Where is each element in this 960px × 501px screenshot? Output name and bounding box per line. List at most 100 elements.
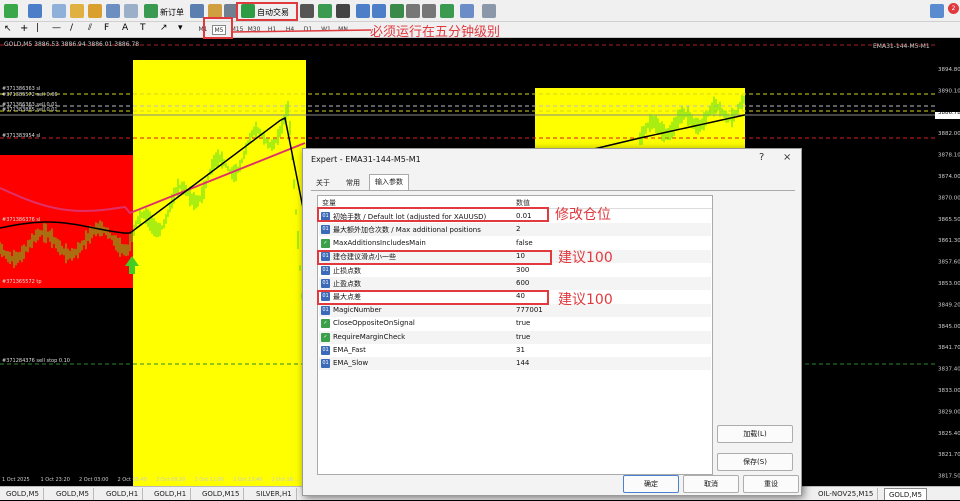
- price-tick-label: 3853.00: [938, 281, 960, 287]
- tab-common[interactable]: 常用: [341, 176, 365, 190]
- arrow-tool-icon[interactable]: ↗: [160, 23, 168, 33]
- param-value[interactable]: 31: [516, 346, 525, 354]
- param-row[interactable]: ✓ MaxAdditionsIncludesMain false: [319, 237, 711, 250]
- param-value[interactable]: false: [516, 239, 533, 247]
- price-tick-label: 3849.20: [938, 302, 960, 308]
- price-tick-label: 3865.50: [938, 217, 960, 223]
- time-tick-label: 2 Oct 13:40: [233, 477, 262, 483]
- time-tick-label: 1 Oct 2025: [2, 477, 30, 483]
- yellow-zone-1: [133, 60, 306, 486]
- param-value[interactable]: 777001: [516, 306, 543, 314]
- lot-annotation: 修改仓位: [555, 207, 611, 223]
- help-button[interactable]: ?: [759, 152, 764, 163]
- dialog-title: Expert - EMA31-144-M5-M1: [311, 155, 421, 164]
- chart-tab-active[interactable]: GOLD,M5: [884, 488, 927, 500]
- profiles-icon[interactable]: [28, 4, 42, 18]
- price-tick-label: 3882.00: [938, 131, 960, 137]
- zoom-in-icon[interactable]: [356, 4, 370, 18]
- param-value[interactable]: 144: [516, 359, 529, 367]
- tab-about[interactable]: 关于: [311, 176, 335, 190]
- param-value[interactable]: true: [516, 319, 530, 327]
- time-tick-label: 2 Oct 11:00: [195, 477, 224, 483]
- crosshair-icon[interactable]: +: [20, 23, 28, 34]
- chart-tab[interactable]: GOLD,H1: [102, 488, 144, 500]
- number-param-icon: 01: [321, 225, 330, 235]
- cursor-icon[interactable]: ↖: [4, 24, 12, 34]
- more-tools-icon[interactable]: ▾: [178, 23, 183, 33]
- horizontal-line-icon[interactable]: —: [52, 23, 61, 33]
- param-row[interactable]: 01 MagicNumber 777001: [319, 303, 711, 317]
- vertical-line-icon[interactable]: |: [36, 23, 39, 33]
- param-row[interactable]: 01 止盈点数 600: [319, 277, 711, 290]
- chart-tab[interactable]: SILVER,H1: [252, 488, 297, 500]
- chart-tab[interactable]: GOLD,M5: [2, 488, 44, 500]
- notifications-badge[interactable]: 2: [948, 3, 959, 14]
- number-param-icon: 01: [321, 265, 330, 275]
- bar-chart-icon[interactable]: [300, 4, 314, 18]
- new-order-icon[interactable]: [144, 4, 158, 18]
- bool-param-icon: ✓: [321, 238, 330, 248]
- indicators-icon[interactable]: [440, 4, 454, 18]
- main-toolbar: 新订单 自动交易 2: [0, 0, 960, 22]
- chart-tab[interactable]: GOLD,M5: [52, 488, 94, 500]
- price-tick-label: 3886.78: [938, 110, 960, 116]
- tile-windows-icon[interactable]: [390, 4, 404, 18]
- param-name: EMA_Slow: [333, 359, 369, 368]
- candlestick-icon[interactable]: [318, 4, 332, 18]
- trendline-icon[interactable]: /: [70, 23, 73, 33]
- navigator-icon[interactable]: [88, 4, 102, 18]
- fibonacci-icon[interactable]: F: [104, 23, 109, 33]
- ok-button[interactable]: 确定: [623, 475, 679, 493]
- tab-inputs[interactable]: 输入参数: [369, 174, 409, 190]
- param-value[interactable]: true: [516, 333, 530, 341]
- param-row[interactable]: ✓ CloseOppositeOnSignal true: [319, 317, 711, 330]
- param-row[interactable]: ✓ RequireMarginCheck true: [319, 330, 711, 344]
- chart-shift-icon[interactable]: [422, 4, 436, 18]
- new-chart-icon[interactable]: [4, 4, 18, 18]
- signals-icon[interactable]: [208, 4, 222, 18]
- chart-tab[interactable]: OIL-NOV25,M15: [814, 488, 879, 500]
- autoscroll-icon[interactable]: [406, 4, 420, 18]
- number-param-icon: 01: [321, 346, 330, 355]
- bool-param-icon: ✓: [321, 332, 330, 342]
- cancel-button[interactable]: 取消: [683, 475, 739, 493]
- time-tick-label: 2 Oct 05:40: [118, 477, 147, 483]
- metaeditor-icon[interactable]: [190, 4, 204, 18]
- price-tick-label: 3874.00: [938, 174, 960, 180]
- param-row[interactable]: 01 EMA_Fast 31: [319, 344, 711, 357]
- terminal-icon[interactable]: [106, 4, 120, 18]
- chart-tab[interactable]: GOLD,H1: [150, 488, 192, 500]
- label-tool-icon[interactable]: T: [140, 23, 146, 33]
- param-row[interactable]: 01 止损点数 300: [319, 264, 711, 277]
- number-param-icon: 01: [321, 279, 330, 288]
- param-row[interactable]: 01 最大额外加仓次数 / Max additional positions 2: [319, 223, 711, 237]
- param-name: 止盈点数: [333, 280, 361, 288]
- zoom-out-icon[interactable]: [372, 4, 386, 18]
- data-window-icon[interactable]: [70, 4, 84, 18]
- param-name: MaxAdditionsIncludesMain: [333, 238, 426, 247]
- param-row[interactable]: 01 EMA_Slow 144: [319, 357, 711, 371]
- tester-icon[interactable]: [124, 4, 138, 18]
- new-order-button[interactable]: 新订单: [160, 7, 184, 18]
- text-tool-icon[interactable]: A: [122, 23, 128, 33]
- channel-icon[interactable]: ⫽: [88, 23, 92, 33]
- number-param-icon: 01: [321, 359, 330, 369]
- line-chart-icon[interactable]: [336, 4, 350, 18]
- periods-icon[interactable]: [460, 4, 474, 18]
- close-button[interactable]: ×: [783, 152, 791, 163]
- annotation-arrow-line: [233, 29, 372, 33]
- account-icon[interactable]: [930, 4, 944, 18]
- chart-tab[interactable]: GOLD,M15: [198, 488, 245, 500]
- param-value[interactable]: 2: [516, 225, 520, 233]
- save-button[interactable]: 保存(S): [717, 453, 793, 471]
- templates-icon[interactable]: [482, 4, 496, 18]
- market-watch-icon[interactable]: [52, 4, 66, 18]
- param-value[interactable]: 600: [516, 279, 529, 287]
- slippage-annotation: 建议100: [558, 250, 613, 266]
- load-button[interactable]: 加载(L): [717, 425, 793, 443]
- order-label: #371365572 tp: [2, 279, 42, 285]
- order-label: #371284376 sell stop 0.10: [2, 358, 70, 364]
- param-value[interactable]: 300: [516, 266, 529, 274]
- expert-dialog: Expert - EMA31-144-M5-M1 ? × 关于 常用 输入参数 …: [302, 148, 802, 496]
- reset-button[interactable]: 重设: [743, 475, 799, 493]
